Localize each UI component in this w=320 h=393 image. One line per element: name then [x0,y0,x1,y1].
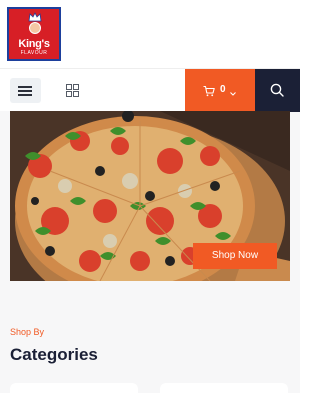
brand-logo[interactable]: King's FLAVOUR [7,7,61,61]
king-face-icon [29,22,41,34]
brand-name: King's [18,38,50,50]
search-icon [270,83,284,97]
brand-tagline: FLAVOUR [20,50,48,56]
nav-bar: 0 [0,68,300,112]
cart-icon [203,84,215,97]
category-card[interactable] [160,383,288,393]
crown-icon [28,12,42,22]
cart-count: 0 [220,84,226,95]
grid-view-icon[interactable] [66,84,79,97]
section-kicker: Shop By [10,327,45,337]
search-button[interactable] [255,69,300,112]
menu-line [18,86,32,88]
section-title: Categories [10,345,98,364]
category-card[interactable] [10,383,138,393]
page: King's FLAVOUR 0 Shop Now Shop By Catego… [0,0,300,393]
logo-bar: King's FLAVOUR [0,0,300,68]
menu-button[interactable] [10,78,41,103]
menu-line [18,90,32,92]
cart-button[interactable]: 0 [185,69,255,112]
menu-line [18,94,32,96]
chevron-down-icon [229,85,237,96]
shop-now-button[interactable]: Shop Now [193,243,277,269]
